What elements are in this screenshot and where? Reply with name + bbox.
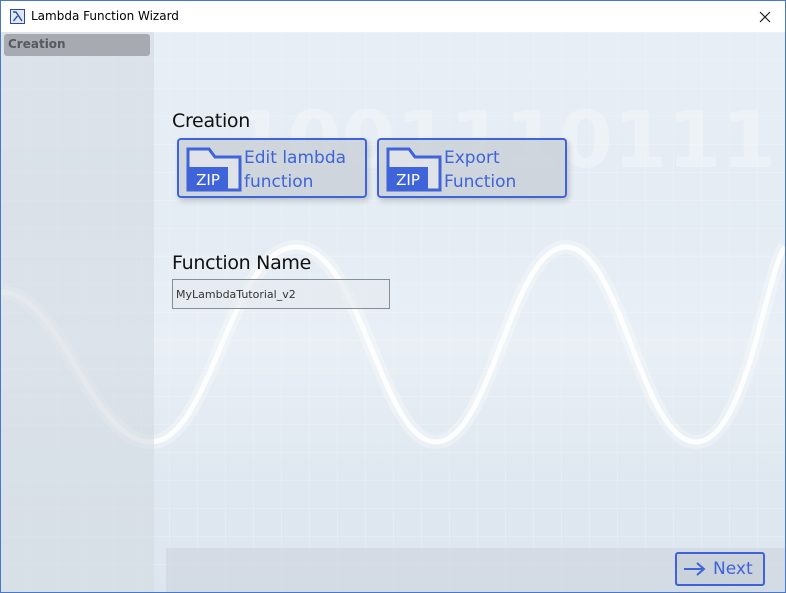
zip-folder-icon: ZIP — [386, 147, 442, 192]
next-label: Next — [713, 559, 753, 579]
edit-lambda-label: Edit lambda function — [244, 146, 364, 194]
edit-lambda-function-button[interactable]: ZIP Edit lambda function — [177, 138, 367, 198]
next-button[interactable]: Next — [675, 552, 765, 586]
zip-folder-icon: ZIP — [186, 147, 242, 192]
edit-lambda-label-line1: Edit lambda — [244, 148, 347, 168]
zip-icon-text: ZIP — [196, 171, 220, 189]
arrow-right-icon — [684, 562, 706, 576]
export-function-button[interactable]: ZIP Export Function — [377, 138, 567, 198]
function-name-heading: Function Name — [172, 252, 312, 274]
sidebar: Creation — [1, 32, 154, 592]
window-title: Lambda Function Wizard — [31, 9, 179, 23]
title-bar: Lambda Function Wizard — [1, 1, 785, 32]
close-icon — [759, 11, 771, 22]
creation-heading: Creation — [172, 110, 250, 132]
function-name-input[interactable] — [172, 279, 390, 309]
wizard-window: Lambda Function Wizard 1 — [0, 0, 786, 593]
export-function-label-line1: Export — [444, 148, 500, 168]
sidebar-item-creation[interactable]: Creation — [4, 34, 150, 56]
close-button[interactable] — [745, 1, 785, 32]
lambda-icon — [10, 9, 25, 24]
wizard-content: 1001110111101 Creation Creation ZIP Edit… — [1, 32, 785, 592]
export-function-label-line2: Function — [444, 172, 517, 192]
sidebar-item-label: Creation — [8, 37, 66, 51]
export-function-label: Export Function — [444, 146, 564, 194]
zip-icon-text: ZIP — [396, 171, 420, 189]
edit-lambda-label-line2: function — [244, 172, 314, 192]
